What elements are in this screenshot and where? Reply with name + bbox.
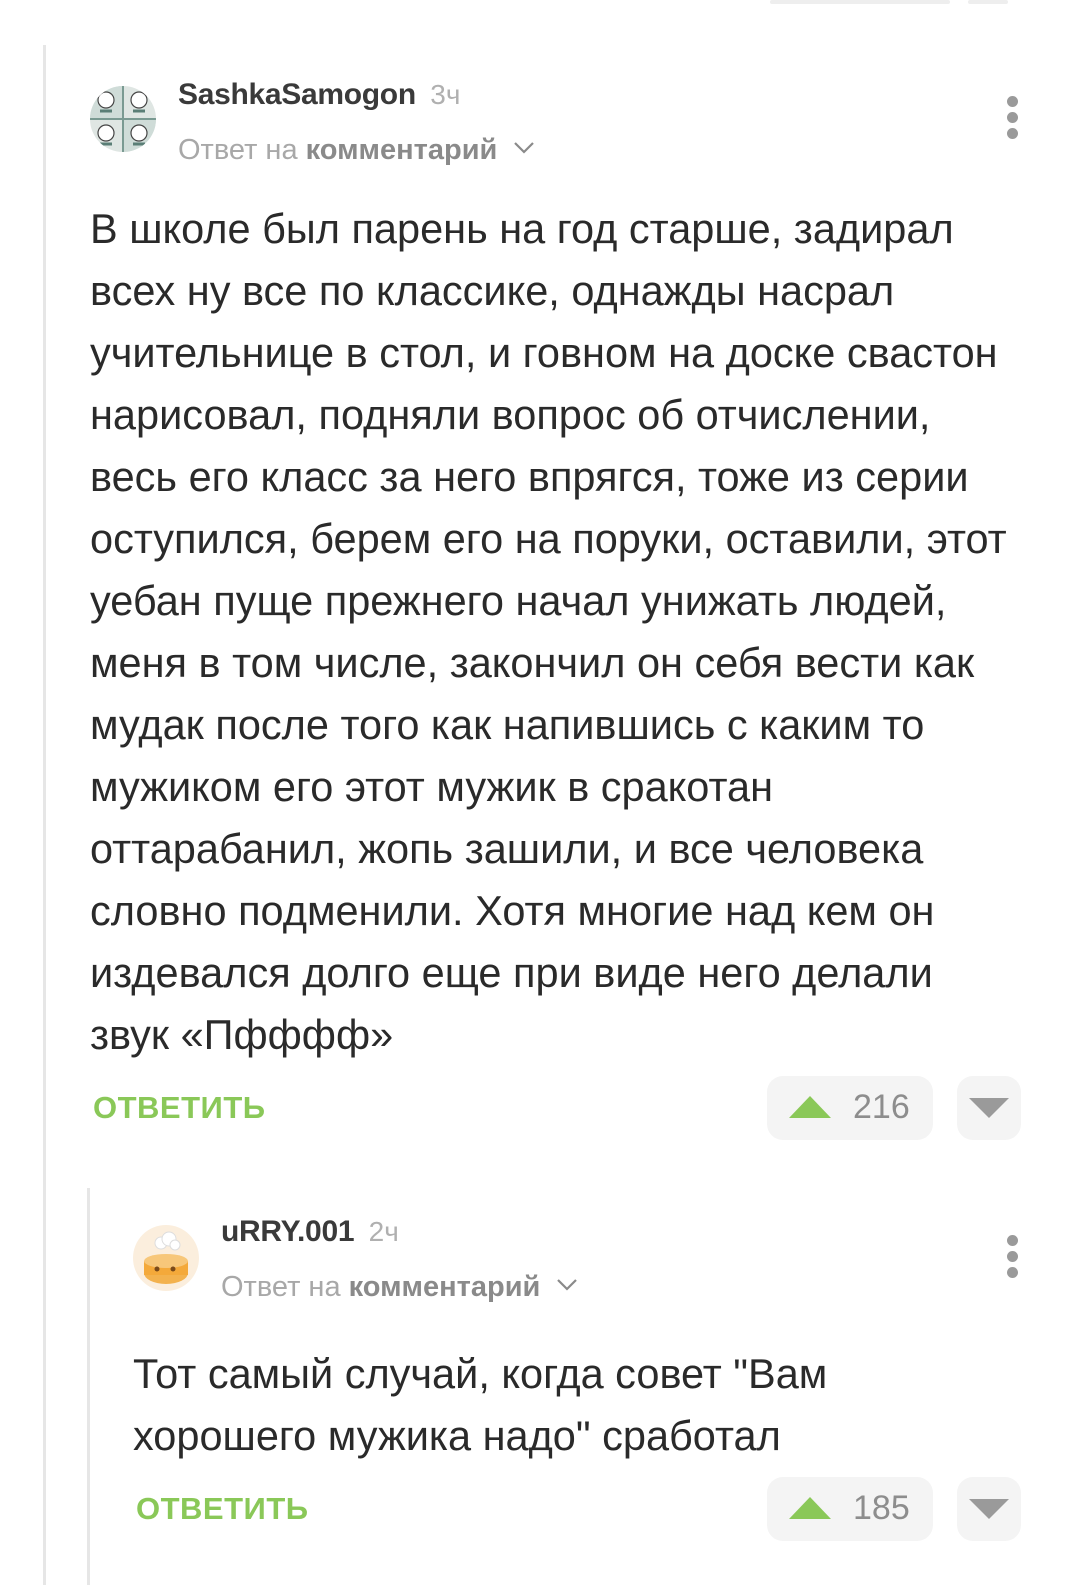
reply-to-line: Ответ на комментарий	[221, 1267, 578, 1304]
comment: SashkaSamogon 3ч Ответ на комментарий В …	[90, 78, 1030, 1146]
comment-reply: uRRY.001 2ч Ответ на комментарий Тот сам…	[133, 1215, 1030, 1547]
avatar[interactable]	[90, 86, 156, 152]
top-divider-left	[770, 0, 950, 4]
more-options-icon[interactable]	[1004, 96, 1020, 140]
timestamp: 3ч	[430, 79, 461, 110]
thread-line	[43, 45, 46, 1585]
nested-thread-line	[87, 1188, 90, 1585]
author-line: SashkaSamogon 3ч	[178, 78, 460, 112]
more-options-icon[interactable]	[1004, 1235, 1020, 1279]
reply-button[interactable]: ОТВЕТИТЬ	[93, 1090, 266, 1126]
reply-prefix: Ответ на	[178, 134, 298, 166]
chevron-down-icon[interactable]	[556, 1267, 578, 1300]
downvote-button[interactable]	[957, 1477, 1021, 1541]
comment-header: SashkaSamogon 3ч Ответ на комментарий	[90, 78, 1030, 168]
username[interactable]: uRRY.001	[221, 1215, 355, 1248]
downvote-arrow-icon	[969, 1098, 1009, 1118]
rating-count: 185	[853, 1489, 910, 1527]
comment-body: Тот самый случай, когда совет "Вам хорош…	[133, 1350, 828, 1459]
chevron-down-icon[interactable]	[513, 130, 535, 163]
meme-faces-avatar-icon	[90, 86, 156, 152]
reply-parent-link[interactable]: комментарий	[349, 1271, 541, 1303]
comment-header: uRRY.001 2ч Ответ на комментарий	[133, 1215, 1030, 1305]
downvote-button[interactable]	[957, 1076, 1021, 1140]
comment-actions: ОТВЕТИТЬ 216	[90, 1076, 1030, 1146]
timestamp: 2ч	[368, 1216, 399, 1247]
upvote-button[interactable]: 216	[767, 1076, 933, 1140]
upvote-button[interactable]: 185	[767, 1477, 933, 1541]
comment-actions: ОТВЕТИТЬ 185	[133, 1477, 1030, 1547]
reply-prefix: Ответ на	[221, 1271, 341, 1303]
upvote-arrow-icon	[789, 1096, 831, 1118]
comment-body: В школе был парень на год старше, задира…	[90, 205, 1007, 1058]
cooking-pot-avatar-icon	[133, 1225, 199, 1291]
upvote-arrow-icon	[789, 1497, 831, 1519]
downvote-arrow-icon	[969, 1499, 1009, 1519]
username[interactable]: SashkaSamogon	[178, 78, 416, 111]
author-line: uRRY.001 2ч	[221, 1215, 399, 1249]
rating-count: 216	[853, 1088, 910, 1126]
reply-parent-link[interactable]: комментарий	[306, 134, 498, 166]
avatar[interactable]	[133, 1225, 199, 1291]
top-divider-right	[968, 0, 1008, 4]
reply-button[interactable]: ОТВЕТИТЬ	[136, 1491, 309, 1527]
reply-to-line: Ответ на комментарий	[178, 130, 535, 167]
